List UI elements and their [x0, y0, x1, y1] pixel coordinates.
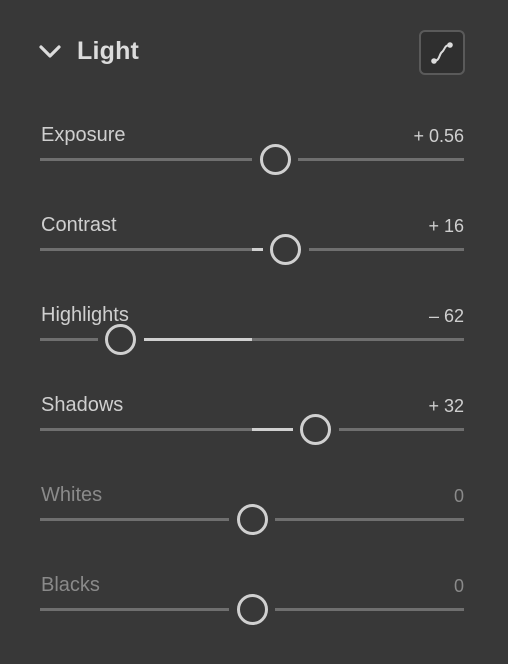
slider-track[interactable]	[40, 234, 464, 265]
slider-label: Exposure	[41, 124, 126, 146]
slider-thumb[interactable]	[105, 324, 137, 355]
slider-value[interactable]: 0	[454, 486, 464, 507]
slider-value[interactable]: + 32	[428, 396, 464, 417]
slider-blacks: Blacks 0	[0, 574, 508, 664]
slider-value[interactable]: + 0.56	[413, 126, 464, 147]
slider-track[interactable]	[40, 414, 464, 445]
slider-value[interactable]: + 16	[428, 216, 464, 237]
slider-shadows: Shadows + 32	[0, 394, 508, 484]
panel-header: Light	[0, 0, 508, 104]
slider-thumb[interactable]	[259, 144, 291, 175]
slider-whites: Whites 0	[0, 484, 508, 574]
tone-curve-icon	[431, 42, 453, 64]
slider-track[interactable]	[40, 144, 464, 175]
slider-track[interactable]	[40, 594, 464, 625]
slider-label: Blacks	[41, 574, 100, 596]
panel-title[interactable]: Light	[77, 37, 139, 66]
tone-curve-button[interactable]	[419, 30, 465, 75]
slider-highlights: Highlights – 62	[0, 304, 508, 394]
slider-label: Whites	[41, 484, 103, 506]
slider-contrast: Contrast + 16	[0, 214, 508, 304]
slider-value[interactable]: 0	[454, 576, 464, 597]
chevron-down-icon[interactable]	[38, 42, 62, 62]
slider-thumb[interactable]	[236, 504, 268, 535]
slider-track[interactable]	[40, 504, 464, 535]
slider-label: Contrast	[41, 214, 117, 236]
slider-thumb[interactable]	[300, 414, 332, 445]
light-panel: Light Exposure + 0.56 Contrast + 16 Highligh…	[0, 0, 508, 664]
slider-label: Shadows	[41, 394, 124, 416]
slider-thumb[interactable]	[236, 594, 268, 625]
slider-value[interactable]: – 62	[429, 306, 464, 327]
slider-exposure: Exposure + 0.56	[0, 124, 508, 214]
slider-track[interactable]	[40, 324, 464, 355]
slider-thumb[interactable]	[270, 234, 302, 265]
